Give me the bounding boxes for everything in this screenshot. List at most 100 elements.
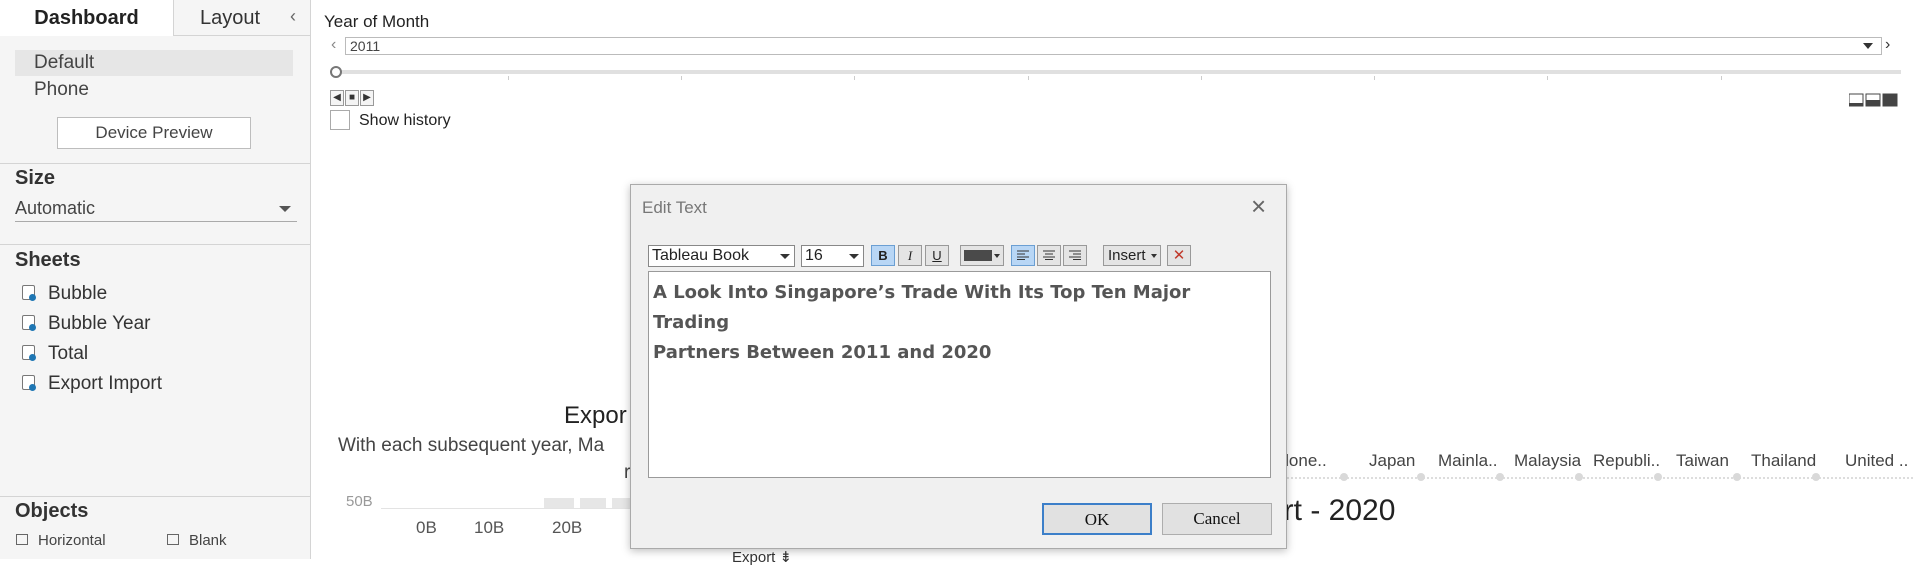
bar-mark: [612, 498, 632, 508]
font-size-select[interactable]: 16: [801, 245, 864, 267]
font-family-select[interactable]: Tableau Book: [648, 245, 795, 267]
insert-label: Insert: [1108, 247, 1146, 264]
slider-tick: [681, 76, 682, 80]
align-right-icon: [1069, 250, 1081, 260]
device-preview-button[interactable]: Device Preview: [57, 117, 251, 149]
align-left-button[interactable]: [1011, 245, 1035, 266]
ok-button[interactable]: OK: [1042, 503, 1152, 535]
object-label: Horizontal: [38, 532, 106, 549]
chevron-down-icon: [1863, 43, 1873, 49]
chevron-down-icon: [994, 254, 1000, 258]
align-left-icon: [1017, 250, 1029, 260]
playback-speed-icon[interactable]: [1849, 92, 1899, 108]
blank-object-icon: [167, 534, 179, 545]
text-editor-area[interactable]: A Look Into Singapore’s Trade With Its T…: [648, 271, 1271, 478]
export-axis-title: Export ⇟: [732, 548, 792, 566]
slider-tick: [1201, 76, 1202, 80]
divider: [0, 244, 311, 245]
previous-value-icon[interactable]: ‹: [331, 36, 336, 54]
sheets-section-title: Sheets: [15, 249, 81, 271]
size-select-value: Automatic: [15, 198, 96, 218]
sheet-item-label: Export Import: [48, 373, 163, 394]
show-history-label: Show history: [359, 112, 451, 129]
slider-tick: [1028, 76, 1029, 80]
bar-mark: [580, 498, 606, 508]
sheet-item-label: Total: [48, 343, 89, 364]
gridline: [381, 508, 631, 509]
play-forward-icon[interactable]: ▶: [360, 90, 374, 106]
country-label: Mainla..: [1438, 451, 1498, 470]
sheet-item-bubble[interactable]: Bubble: [22, 281, 107, 307]
year-dropdown-value: 2011: [350, 38, 381, 54]
stop-icon[interactable]: ■: [345, 90, 359, 106]
clear-formatting-button[interactable]: ✕: [1167, 245, 1191, 266]
text-color-button[interactable]: [960, 245, 1004, 266]
country-label: Republi..: [1593, 451, 1661, 470]
divider: [0, 163, 311, 164]
export-chart-title: Expor: [564, 402, 627, 429]
slider-tick: [508, 76, 509, 80]
dialog-title: Edit Text: [642, 198, 707, 217]
font-family-value: Tableau Book: [652, 247, 749, 264]
data-point: [1496, 473, 1504, 481]
play-back-icon[interactable]: ◀: [330, 90, 344, 106]
data-point: [1654, 473, 1662, 481]
data-point: [1812, 473, 1820, 481]
italic-button[interactable]: I: [898, 245, 922, 266]
x-tick-label: 0B: [416, 518, 437, 537]
tab-layout[interactable]: Layout: [175, 0, 285, 36]
tab-dashboard[interactable]: Dashboard: [0, 0, 174, 36]
insert-menu-button[interactable]: Insert: [1103, 245, 1161, 266]
text-line: A Look Into Singapore’s Trade With Its T…: [653, 282, 1191, 333]
sheet-item-label: Bubble Year: [48, 313, 151, 334]
show-history-checkbox[interactable]: [330, 110, 350, 130]
size-section-title: Size: [15, 167, 56, 189]
worksheet-icon: [22, 345, 36, 361]
size-select[interactable]: Automatic: [15, 196, 297, 222]
country-label: Thailand: [1751, 451, 1817, 470]
chevron-down-icon: [780, 254, 790, 259]
object-label: Blank: [189, 532, 227, 549]
bar-mark: [544, 498, 574, 508]
worksheet-icon: [22, 375, 36, 391]
bold-button[interactable]: B: [871, 245, 895, 266]
data-point: [1417, 473, 1425, 481]
chevron-down-icon: [279, 206, 291, 212]
device-item-phone[interactable]: Phone: [15, 77, 293, 103]
data-point: [1340, 473, 1348, 481]
y-axis-tick-label: 50B: [346, 493, 373, 510]
slider-handle[interactable]: [330, 66, 342, 78]
align-right-button[interactable]: [1063, 245, 1087, 266]
color-swatch: [964, 250, 992, 261]
collapse-panel-icon[interactable]: ‹: [290, 6, 296, 27]
year-slider[interactable]: [336, 70, 1901, 74]
horizontal-container-icon: [16, 534, 28, 545]
data-point: [1575, 473, 1583, 481]
year-dropdown[interactable]: 2011: [345, 37, 1882, 55]
text-line: Partners Between 2011 and 2020: [653, 342, 992, 363]
slider-tick: [1374, 76, 1375, 80]
x-tick-label: 20B: [552, 518, 583, 537]
next-value-icon[interactable]: ›: [1885, 36, 1890, 54]
slider-tick: [1721, 76, 1722, 80]
object-blank[interactable]: Blank: [167, 532, 227, 549]
sheet-item-total[interactable]: Total: [22, 341, 88, 367]
underline-button[interactable]: U: [925, 245, 949, 266]
font-size-value: 16: [805, 247, 823, 264]
align-center-button[interactable]: [1037, 245, 1061, 266]
data-point: [1733, 473, 1741, 481]
device-item-default[interactable]: Default: [15, 50, 293, 76]
align-center-icon: [1043, 250, 1055, 260]
divider: [0, 496, 311, 497]
sheet-item-bubble-year[interactable]: Bubble Year: [22, 311, 151, 337]
country-label: Japan: [1369, 451, 1416, 470]
slider-tick: [854, 76, 855, 80]
left-panel: Dashboard Layout ‹ Default Phone Device …: [0, 0, 311, 559]
sort-icon[interactable]: ⇟: [780, 549, 793, 566]
close-icon[interactable]: ×: [1251, 193, 1266, 219]
edit-text-dialog: Edit Text × Tableau Book 16 B I U Insert…: [630, 184, 1287, 549]
object-horizontal[interactable]: Horizontal: [16, 532, 106, 549]
cancel-button[interactable]: Cancel: [1162, 503, 1272, 535]
export-axis-title-text: Export: [732, 549, 776, 566]
sheet-item-export-import[interactable]: Export Import: [22, 371, 162, 397]
